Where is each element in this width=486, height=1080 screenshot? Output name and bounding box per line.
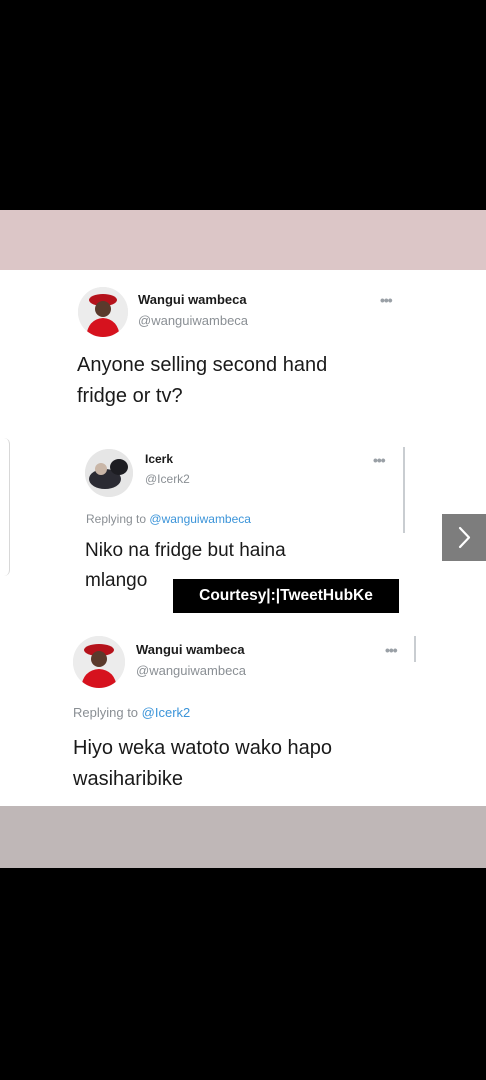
watermark-label: Courtesy|:|TweetHubKe	[173, 579, 399, 613]
more-horizontal-icon[interactable]: •••	[380, 292, 393, 308]
avatar-wangui[interactable]	[78, 287, 128, 337]
tweet3-handle[interactable]: @wanguiwambeca	[136, 663, 246, 678]
tweet1-text-line1: Anyone selling second hand	[77, 354, 328, 376]
tweet1-text-line2: fridge or tv?	[77, 385, 183, 407]
tweet2-name[interactable]: Icerk	[145, 452, 173, 466]
mention-link[interactable]: @Icerk2	[142, 705, 191, 720]
more-horizontal-icon[interactable]: •••	[385, 642, 398, 658]
thread-divider	[403, 447, 405, 533]
chevron-right-icon	[458, 526, 471, 549]
next-button[interactable]	[442, 514, 486, 561]
avatar-wangui[interactable]	[73, 636, 125, 688]
bottom-band	[0, 806, 486, 868]
tweet3-text-line2: wasiharibike	[73, 768, 184, 790]
replying-prefix: Replying to	[86, 512, 147, 526]
tweet2-text-line1: Niko na fridge but haina	[85, 540, 286, 561]
thread-divider	[414, 636, 416, 662]
avatar-icerk[interactable]	[85, 449, 133, 497]
tweet1-name[interactable]: Wangui wambeca	[138, 292, 247, 307]
replying-prefix: Replying to	[73, 705, 139, 720]
tweet2-handle[interactable]: @Icerk2	[145, 472, 190, 486]
left-edge-handle[interactable]	[0, 438, 10, 576]
tweet1-handle[interactable]: @wanguiwambeca	[138, 313, 248, 328]
tweet3-name[interactable]: Wangui wambeca	[136, 642, 245, 657]
mention-link[interactable]: @wanguiwambeca	[149, 512, 251, 526]
tweet2-text-line2: mlango	[85, 570, 148, 591]
more-horizontal-icon[interactable]: •••	[373, 452, 386, 468]
tweet3-text-line1: Hiyo weka watoto wako hapo	[73, 737, 333, 759]
tweet2-replying-to: Replying to @wanguiwambeca	[86, 512, 251, 526]
tweet3-replying-to: Replying to @Icerk2	[73, 705, 190, 720]
top-band	[0, 210, 486, 270]
